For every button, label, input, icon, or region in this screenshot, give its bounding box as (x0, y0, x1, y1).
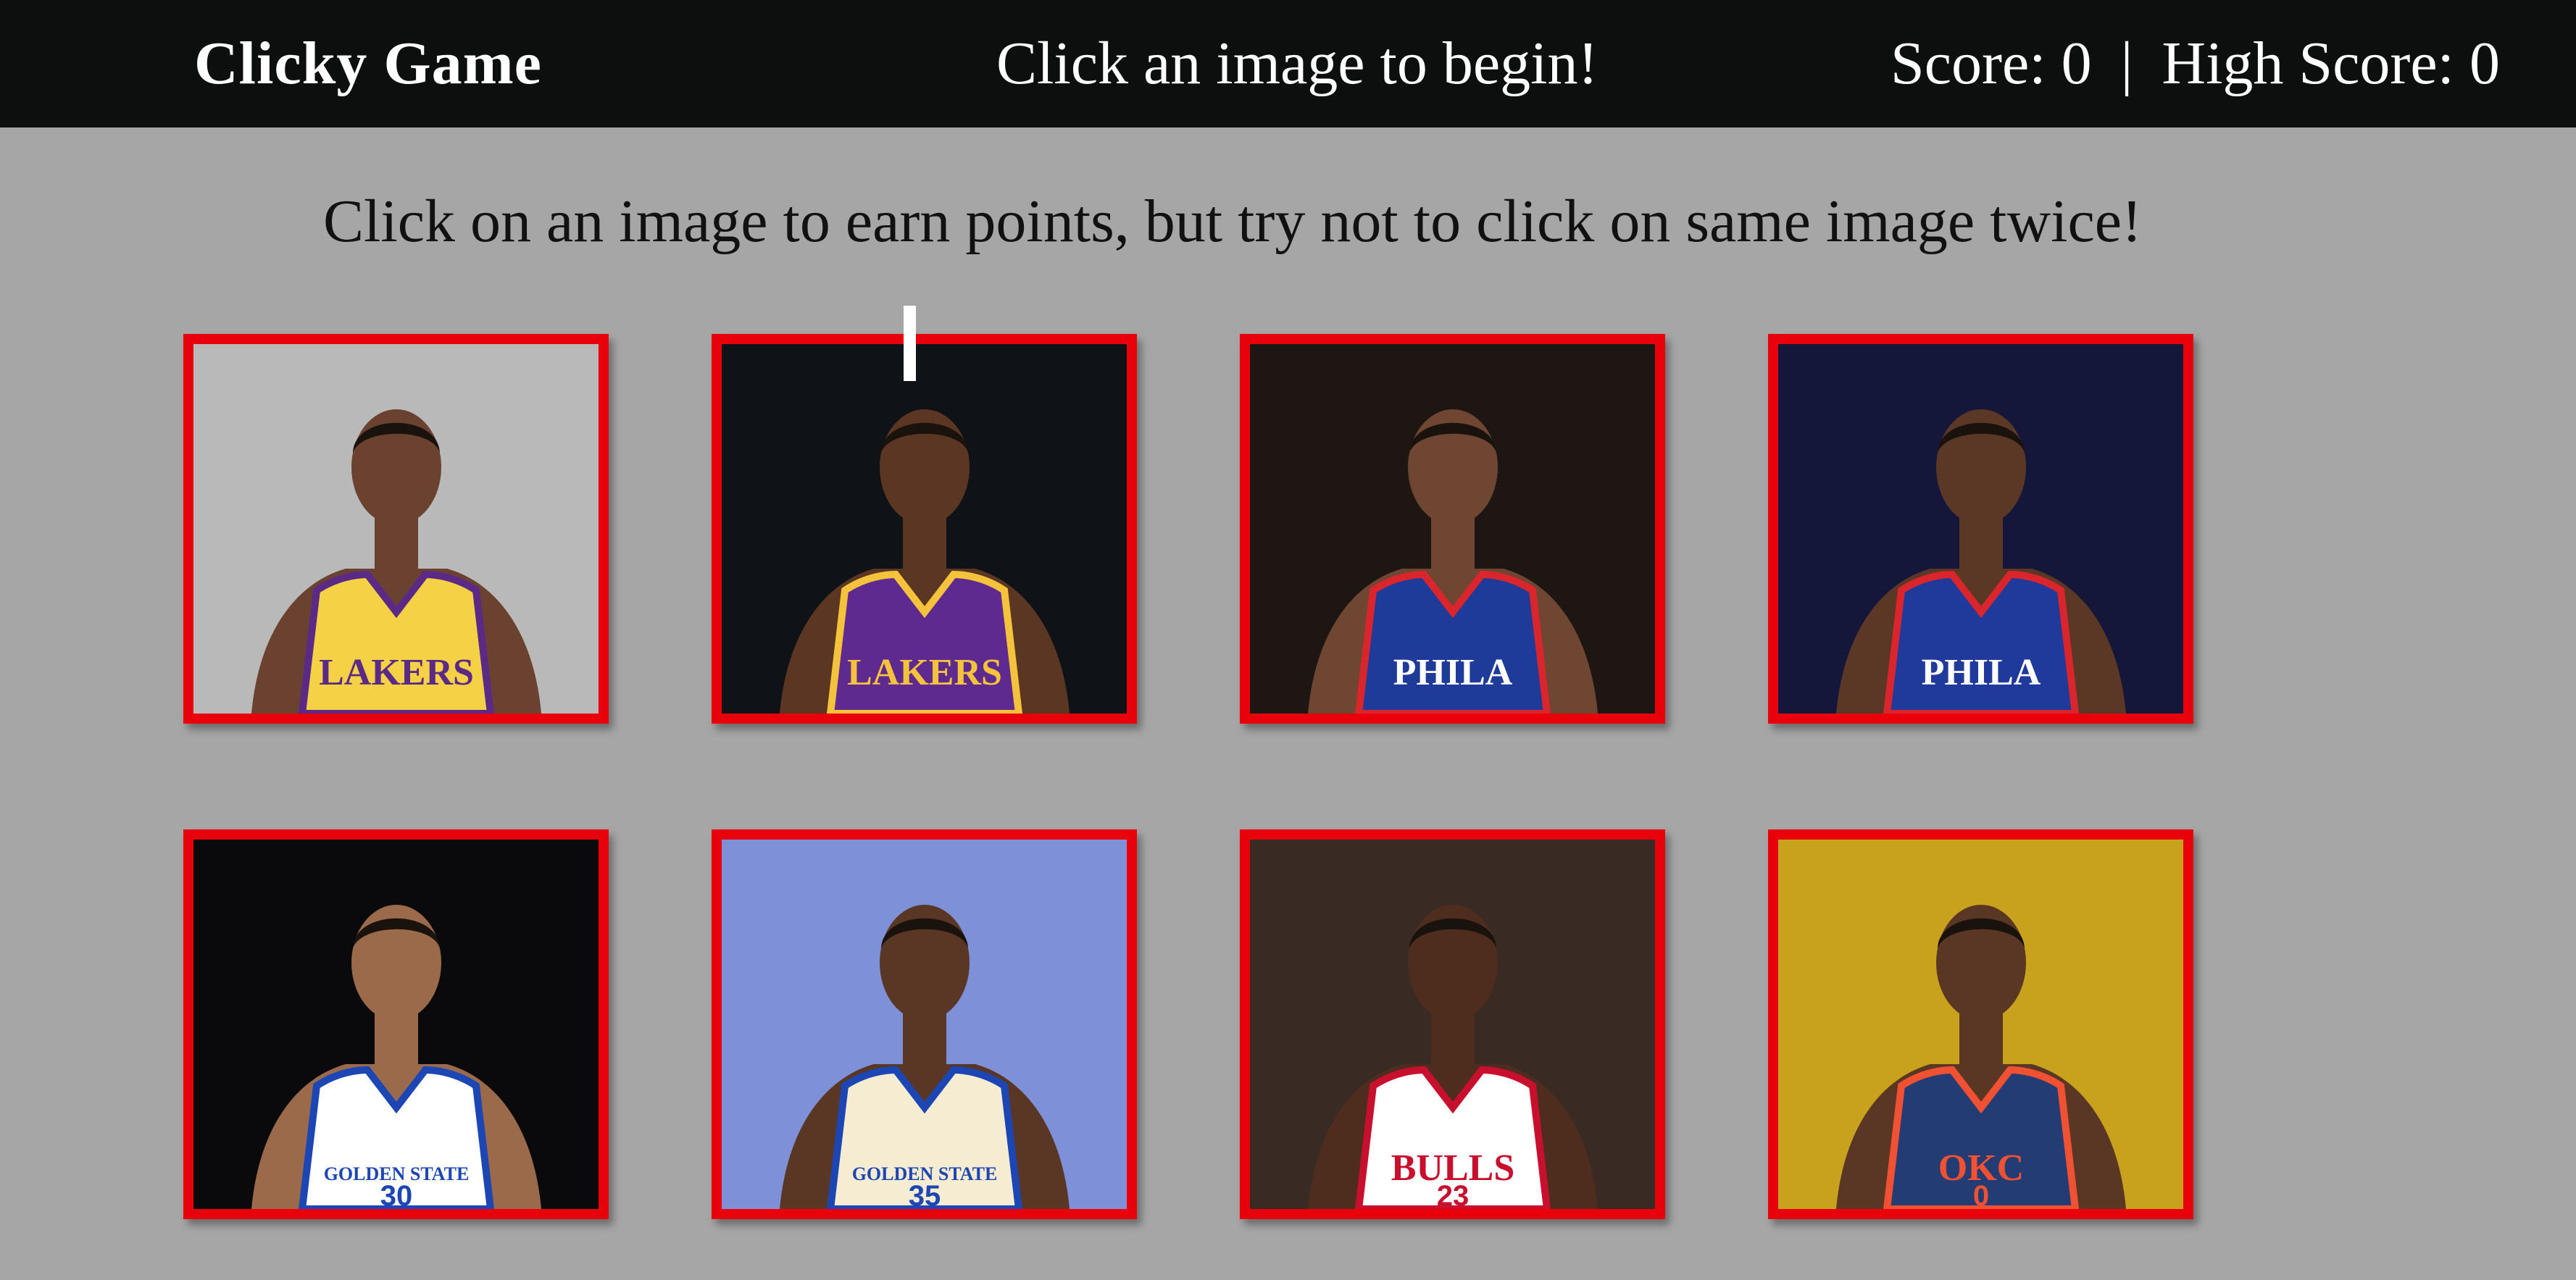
player-photo: PHILA (1250, 344, 1655, 714)
player-card-russell-westbrook[interactable]: OKC 0 (1768, 829, 2193, 1219)
jersey-text: LAKERS (319, 652, 474, 693)
brand-title[interactable]: Clicky Game (194, 20, 542, 107)
score-display: Score: 0 | High Score: 0 (1891, 20, 2500, 107)
player-card-jimmy-butler[interactable]: PHILA (1768, 334, 2193, 724)
score-separator: | (2120, 30, 2133, 97)
jersey-text: LAKERS (847, 652, 1002, 693)
jersey-number: 0 (1973, 1180, 1989, 1209)
jersey-number: 23 (1437, 1180, 1470, 1209)
player-card-ben-simmons[interactable]: PHILA (1240, 334, 1665, 724)
game-status-message: Click an image to begin! (996, 30, 1598, 97)
player-card-michael-jordan[interactable]: BULLS 23 (1240, 829, 1665, 1219)
player-photo: LAKERS (193, 344, 599, 714)
jersey-number: 30 (380, 1180, 413, 1209)
high-score-label: High Score: (2162, 30, 2454, 97)
player-photo: GOLDEN STATE35 (722, 840, 1127, 1209)
player-card-stephen-curry[interactable]: GOLDEN STATE 30 (183, 829, 609, 1219)
player-photo: OKC0 (1778, 840, 2183, 1209)
player-photo: PHILA (1778, 344, 2183, 714)
jersey-number: 35 (909, 1180, 941, 1209)
high-score-value: 0 (2469, 30, 2500, 97)
jersey-text: PHILA (1922, 652, 2041, 693)
player-photo: BULLS23 (1250, 840, 1655, 1209)
player-photo: LAKERS (722, 344, 1127, 714)
player-card-kobe-bryant[interactable]: LAKERS (712, 334, 1137, 724)
player-card-lebron-james[interactable]: LAKERS (183, 334, 609, 724)
text-cursor (904, 306, 916, 381)
score-value: 0 (2061, 30, 2092, 97)
navbar: Clicky Game Click an image to begin! Sco… (0, 0, 2576, 127)
instructions-text: Click on an image to earn points, but tr… (323, 188, 2143, 255)
jersey-text: PHILA (1393, 652, 1513, 693)
player-card-kevin-durant[interactable]: GOLDEN STATE 35 (712, 829, 1137, 1219)
player-photo: GOLDEN STATE30 (193, 840, 599, 1209)
score-label: Score: (1890, 30, 2046, 97)
